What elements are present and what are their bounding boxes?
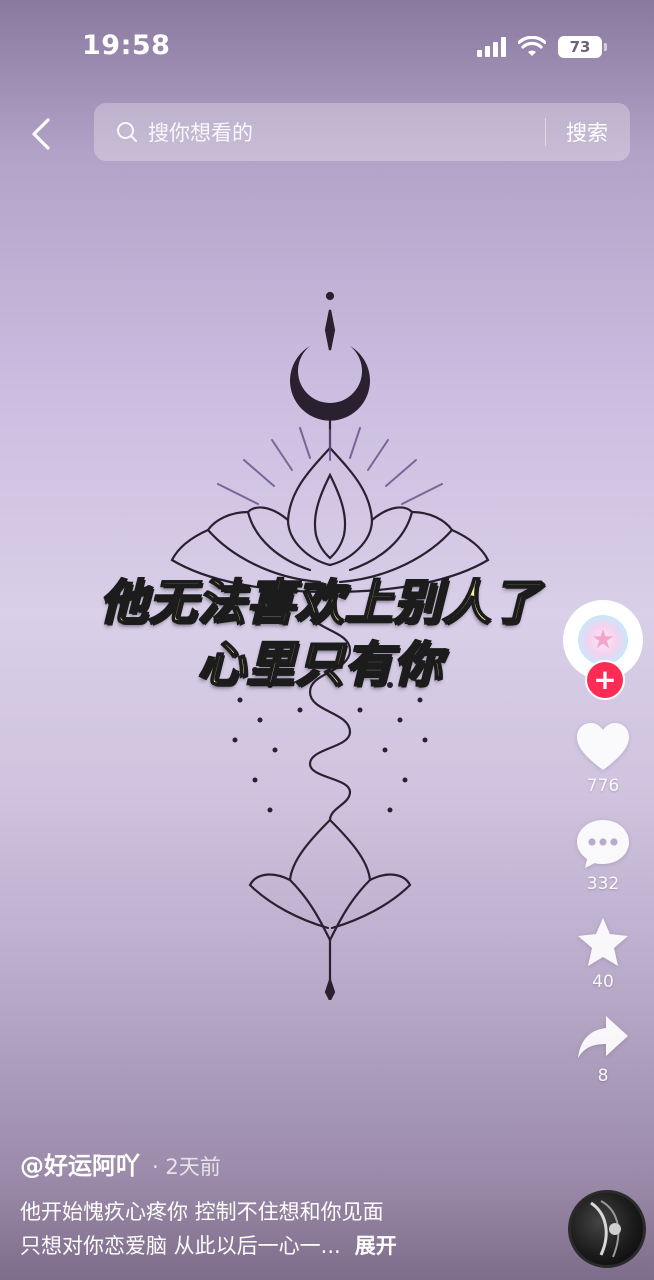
post-description: 他开始愧疚心疼你 控制不住想和你见面 只想对你恋爱脑 从此以后一心一... 展开 bbox=[20, 1195, 560, 1263]
cellular-signal-icon bbox=[477, 37, 506, 57]
search-input[interactable]: 搜你想看的 bbox=[148, 117, 545, 147]
status-bar: 19:58 73 bbox=[0, 0, 654, 92]
caption-line-2: 心里只有你 bbox=[196, 636, 443, 694]
status-icons: 73 bbox=[477, 36, 607, 58]
back-button[interactable] bbox=[24, 112, 58, 156]
comment-count: 332 bbox=[586, 874, 620, 894]
author-line: @好运阿吖 · 2天前 bbox=[20, 1146, 560, 1181]
comment-icon bbox=[577, 820, 629, 868]
post-date: · 2天前 bbox=[152, 1155, 221, 1179]
comment-action[interactable]: 332 bbox=[575, 818, 631, 894]
share-count: 8 bbox=[597, 1066, 609, 1086]
search-icon bbox=[116, 121, 138, 143]
action-rail: ★ + 776 332 40 8 bbox=[562, 600, 644, 1086]
like-action[interactable]: 776 bbox=[575, 722, 631, 796]
search-bar[interactable]: 搜你想看的 搜索 bbox=[94, 103, 630, 161]
music-disc[interactable] bbox=[568, 1190, 646, 1268]
expand-button[interactable]: 展开 bbox=[355, 1234, 397, 1258]
video-caption: 他无法喜欢上别人了 心里只有你 bbox=[40, 572, 600, 696]
share-arrow-icon bbox=[578, 1016, 628, 1058]
star-icon bbox=[578, 918, 628, 966]
music-cover-icon bbox=[590, 1200, 621, 1258]
follow-button[interactable]: + bbox=[585, 660, 625, 700]
author-name[interactable]: @好运阿吖 bbox=[20, 1146, 140, 1181]
battery-icon: 73 bbox=[558, 36, 607, 58]
like-count: 776 bbox=[586, 776, 620, 796]
share-action[interactable]: 8 bbox=[576, 1014, 630, 1086]
search-button[interactable]: 搜索 bbox=[546, 117, 630, 147]
caption-line-1: 他无法喜欢上别人了 bbox=[98, 574, 541, 632]
post-info: @好运阿吖 · 2天前 他开始愧疚心疼你 控制不住想和你见面 只想对你恋爱脑 从… bbox=[20, 1146, 560, 1263]
heart-icon bbox=[577, 723, 629, 770]
star-avatar-icon: ★ bbox=[578, 615, 628, 665]
wifi-icon bbox=[518, 36, 546, 56]
status-time: 19:58 bbox=[82, 30, 171, 61]
favorite-action[interactable]: 40 bbox=[576, 916, 630, 992]
chevron-left-icon bbox=[32, 118, 50, 150]
description-line-2: 只想对你恋爱脑 从此以后一心一... bbox=[20, 1234, 341, 1258]
favorite-count: 40 bbox=[592, 972, 614, 992]
description-line-1: 他开始愧疚心疼你 控制不住想和你见面 bbox=[20, 1200, 384, 1224]
author-avatar-group: ★ + bbox=[563, 600, 643, 700]
